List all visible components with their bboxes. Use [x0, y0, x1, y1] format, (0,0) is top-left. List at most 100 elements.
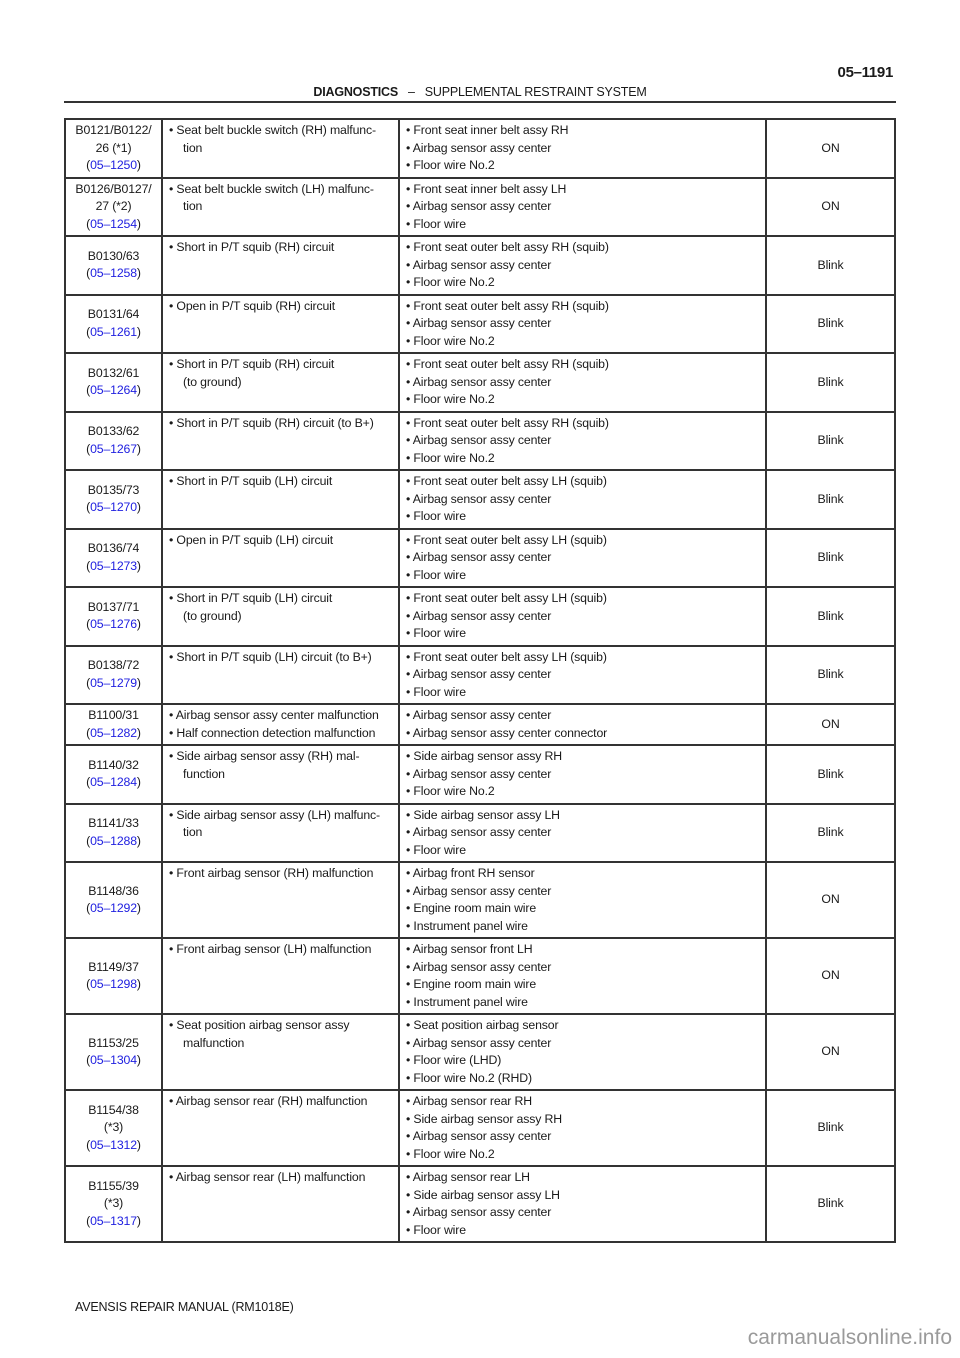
- subsection-title: SUPPLEMENTAL RESTRAINT SYSTEM: [424, 85, 647, 99]
- dtc-code: B0130/63: [87, 248, 140, 263]
- table-row: B1155/39 (*3) (05–1317) • Airbag sensor rea…: [64, 1165, 896, 1243]
- page-ref-link[interactable]: 05–1279: [90, 676, 137, 690]
- dtc-code-cell: B1149/37 (05–1298): [64, 937, 163, 1015]
- trouble-area-item: • Airbag sensor assy center: [406, 374, 552, 389]
- page-ref-link[interactable]: 05–1304: [90, 1053, 137, 1067]
- trouble-area-item: • Airbag sensor assy center: [406, 766, 552, 781]
- detection-condition-cell: • Side airbag sensor assy (RH) mal-funct…: [161, 744, 400, 805]
- table-row: B1149/37 (05–1298) • Front airbag sensor (…: [64, 937, 896, 1015]
- condition-text: Airbag sensor assy center malfunction: [175, 708, 379, 722]
- page-ref: (05–1284): [86, 775, 141, 790]
- trouble-area-item: • Floor wire No.2: [406, 450, 495, 465]
- trouble-area-text: Airbag sensor assy center: [412, 316, 552, 330]
- warning-lamp-cell: ON: [765, 937, 896, 1015]
- trouble-area-cell: • Front seat outer belt assy RH (squib) •…: [398, 352, 767, 413]
- trouble-area-text: Front seat outer belt assy LH (squib): [413, 532, 607, 547]
- page-ref-link[interactable]: 05–1267: [90, 442, 137, 456]
- trouble-area-cell: • Airbag sensor assy center • Airbag sens…: [398, 703, 767, 746]
- table-row: B1100/31 (05–1282) • Airbag sensor assy ce…: [64, 703, 896, 746]
- trouble-area-text: Airbag sensor assy center connector: [412, 725, 608, 740]
- trouble-area-item: • Front seat outer belt assy LH (squib): [406, 649, 607, 664]
- page-ref-link[interactable]: 05–1261: [90, 325, 137, 339]
- warning-lamp-cell: Blink: [765, 235, 896, 296]
- trouble-area-item: • Front seat outer belt assy RH (squib): [406, 240, 609, 254]
- detection-condition-cell: • Open in P/T squib (RH) circuit: [161, 293, 400, 354]
- trouble-area-text: Floor wire No.2: [413, 1146, 495, 1161]
- warning-lamp-cell: ON: [765, 1013, 896, 1091]
- trouble-area-text: Airbag sensor assy center: [412, 257, 552, 272]
- dtc-code-cell: B0126/B0127/27 (*2) (05–1254): [64, 176, 163, 237]
- page-ref-link[interactable]: 05–1258: [90, 266, 137, 280]
- trouble-area-text: Front seat outer belt assy RH (squib): [413, 240, 609, 254]
- trouble-area-cell: • Side airbag sensor assy RH • Airbag sen…: [398, 744, 767, 805]
- warning-lamp-cell: Blink: [765, 1165, 896, 1243]
- page-ref-link[interactable]: 05–1292: [90, 901, 137, 915]
- page-ref-link[interactable]: 05–1254: [90, 217, 137, 231]
- trouble-area-item: • Floor wire (LHD): [406, 1053, 502, 1067]
- page-ref-link[interactable]: 05–1312: [90, 1138, 137, 1152]
- page-ref-link[interactable]: 05–1284: [90, 775, 137, 789]
- trouble-area-item: • Airbag sensor rear LH: [406, 1170, 530, 1184]
- page-ref-link[interactable]: 05–1276: [90, 617, 137, 631]
- table-row: B1154/38 (*3) (05–1312) • Airbag sensor rea…: [64, 1089, 896, 1167]
- condition-text: Short in P/T squib (RH) circuit: [176, 240, 335, 254]
- table-row: B0137/71 (05–1276) • Short in P/T squib (L…: [64, 586, 896, 647]
- page-ref-link[interactable]: 05–1282: [90, 726, 137, 740]
- trouble-area-text: Front seat outer belt assy RH (squib): [413, 357, 609, 371]
- trouble-area-text: Airbag sensor assy center: [412, 491, 552, 506]
- page-ref-link[interactable]: 05–1288: [90, 834, 137, 848]
- trouble-area-item: • Floor wire No.2: [406, 392, 495, 406]
- dtc-code: B0138/72: [87, 658, 140, 673]
- page-ref-link[interactable]: 05–1250: [90, 158, 137, 172]
- detection-condition-cell: • Short in P/T squib (LH) circuit (to gro…: [161, 586, 400, 647]
- trouble-area-text: Floor wire No.2: [413, 158, 495, 172]
- condition-text: Seat belt buckle switch (RH) malfunc-: [176, 123, 376, 137]
- trouble-area-item: • Floor wire No.2: [406, 275, 495, 289]
- trouble-area-text: Front seat outer belt assy LH (squib): [413, 649, 607, 664]
- condition-item: • Short in P/T squib (LH) circuit: [169, 474, 333, 488]
- trouble-area-item: • Airbag sensor assy center: [406, 708, 552, 722]
- trouble-area-text: Side airbag sensor assy LH: [413, 807, 560, 822]
- page-ref-link[interactable]: 05–1273: [90, 559, 137, 573]
- detection-condition-cell: • Short in P/T squib (LH) circuit (to B+…: [161, 644, 400, 705]
- trouble-area-item: • Airbag sensor assy center: [406, 959, 552, 974]
- trouble-area-item: • Airbag sensor assy center: [406, 140, 552, 155]
- trouble-area-item: • Front seat outer belt assy LH (squib): [406, 532, 607, 547]
- page-ref-link[interactable]: 05–1264: [90, 383, 137, 397]
- dtc-code-cell: B0136/74 (05–1273): [64, 527, 163, 588]
- condition-item: • Short in P/T squib (RH) circuit (to B+…: [169, 415, 374, 430]
- condition-continuation: (to ground): [183, 608, 242, 623]
- page-ref: (05–1317): [86, 1213, 141, 1228]
- dtc-code-cell: B1155/39 (*3) (05–1317): [64, 1165, 163, 1243]
- dtc-code: B1140/32: [88, 757, 139, 772]
- dtc-code-cell: B0133/62 (05–1267): [64, 410, 163, 471]
- header-rule: [64, 101, 896, 103]
- trouble-area-text: Floor wire: [413, 567, 466, 582]
- trouble-area-text: Floor wire: [413, 842, 466, 857]
- condition-text: Short in P/T squib (RH) circuit (to B+): [176, 415, 374, 430]
- page-ref-link[interactable]: 05–1270: [90, 500, 137, 514]
- condition-continuation: malfunction: [183, 1035, 245, 1050]
- page-ref: (05–1282): [86, 725, 141, 740]
- page-ref-link[interactable]: 05–1298: [90, 977, 137, 991]
- dtc-code: B0136/74: [87, 541, 140, 556]
- dtc-code-cell: B0138/72 (05–1279): [64, 644, 163, 705]
- trouble-area-item: • Airbag sensor assy center: [406, 1205, 552, 1219]
- trouble-area-cell: • Front seat outer belt assy LH (squib) •…: [398, 586, 767, 647]
- detection-condition-cell: • Front airbag sensor (RH) malfunction: [161, 861, 400, 939]
- page-ref: (05–1288): [86, 833, 141, 848]
- condition-continuation: (to ground): [183, 374, 242, 389]
- page-ref: (05–1312): [86, 1137, 141, 1152]
- page-ref: (05–1304): [86, 1053, 141, 1067]
- trouble-area-item: • Front seat outer belt assy RH (squib): [406, 298, 609, 313]
- page-ref-link[interactable]: 05–1317: [90, 1214, 137, 1228]
- condition-item: • Airbag sensor assy center malfunction: [169, 708, 379, 722]
- warning-lamp-cell: Blink: [765, 469, 896, 530]
- trouble-area-item: • Floor wire: [406, 216, 466, 231]
- trouble-area-text: Airbag front RH sensor: [412, 866, 535, 880]
- trouble-area-item: • Floor wire: [406, 842, 466, 857]
- condition-text: Seat position airbag sensor assy: [176, 1018, 350, 1032]
- trouble-area-text: Front seat outer belt assy RH (squib): [413, 415, 609, 430]
- dtc-code-cell: B1140/32 (05–1284): [64, 744, 163, 805]
- condition-text: Half connection detection malfunction: [176, 725, 376, 740]
